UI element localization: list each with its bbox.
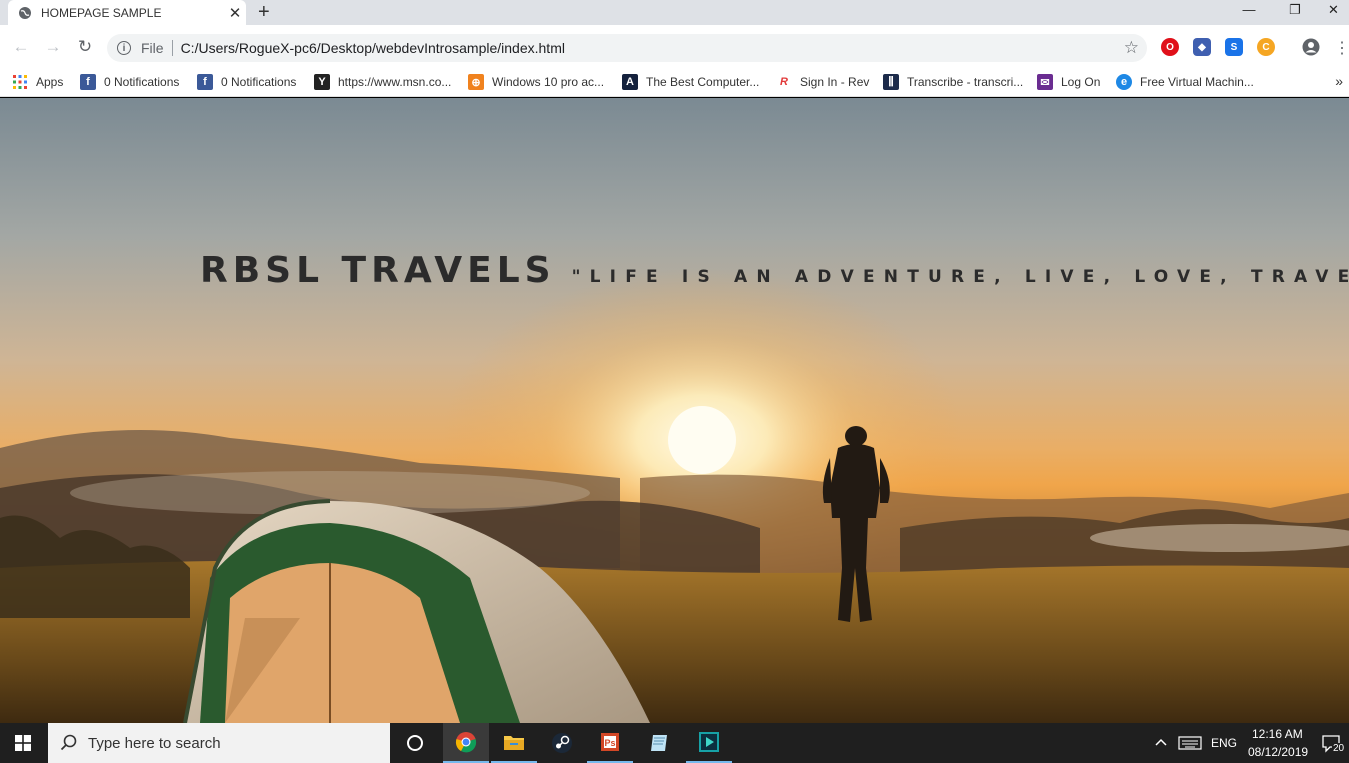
powerpoint-icon: Ps bbox=[601, 733, 619, 751]
bookmark-facebook-1[interactable]: f 0 Notifications bbox=[80, 71, 179, 93]
bookmark-label: Transcribe - transcri... bbox=[907, 75, 1024, 89]
search-placeholder: Type here to search bbox=[88, 734, 221, 752]
omnibox-separator bbox=[171, 40, 173, 56]
close-window-button[interactable]: ✕ bbox=[1318, 0, 1349, 25]
windows-logo-icon bbox=[15, 735, 31, 751]
bookmark-rev[interactable]: R Sign In - Rev bbox=[776, 71, 869, 93]
menu-icon[interactable]: ⋮ bbox=[1334, 38, 1349, 58]
search-icon bbox=[60, 734, 77, 751]
tab-close-icon[interactable]: ✕ bbox=[224, 4, 246, 22]
bookmark-label: 0 Notifications bbox=[104, 75, 180, 89]
facebook-icon: f bbox=[197, 74, 213, 90]
bookmark-label: Free Virtual Machin... bbox=[1140, 75, 1254, 89]
bookmark-label: Sign In - Rev bbox=[800, 75, 870, 89]
taskbar-steam[interactable] bbox=[539, 723, 585, 763]
start-button[interactable] bbox=[0, 723, 46, 763]
keyboard-icon[interactable] bbox=[1178, 735, 1202, 751]
bookmark-apps[interactable]: Apps bbox=[12, 71, 63, 93]
bookmark-msn[interactable]: Y https://www.msn.co... bbox=[314, 71, 451, 93]
tab-title: HOMEPAGE SAMPLE bbox=[41, 5, 162, 20]
toolbar-divider bbox=[1284, 38, 1286, 56]
bookmark-star-icon[interactable]: ☆ bbox=[1124, 38, 1139, 58]
back-button[interactable]: ← bbox=[10, 36, 32, 58]
opera-icon[interactable]: O bbox=[1161, 38, 1179, 56]
chrome-icon bbox=[455, 732, 477, 753]
hero-heading: RBSL TRAVELS "LIFE IS AN ADVENTURE, LIVE… bbox=[200, 250, 1349, 291]
bookmark-label: The Best Computer... bbox=[646, 75, 760, 89]
clock-time[interactable]: 12:16 AM bbox=[1252, 727, 1303, 741]
tab-strip: HOMEPAGE SAMPLE ✕ + — ❐ ✕ bbox=[0, 0, 1349, 25]
new-tab-button[interactable]: + bbox=[258, 1, 270, 23]
msn-icon: Y bbox=[314, 74, 330, 90]
file-explorer-icon bbox=[504, 736, 524, 750]
notification-count-badge: 20 bbox=[1332, 743, 1346, 754]
taskbar-search-box[interactable]: Type here to search bbox=[48, 723, 390, 763]
bookmark-label: Log On bbox=[1061, 75, 1101, 89]
more-bookmarks-button[interactable]: » bbox=[1335, 73, 1343, 89]
globe-icon bbox=[19, 6, 31, 19]
notepad-icon bbox=[651, 735, 667, 751]
address-bar[interactable]: i File C:/Users/RogueX-pc6/Desktop/webde… bbox=[107, 34, 1147, 62]
hero-background-image bbox=[0, 268, 1349, 723]
mail-icon: ✉ bbox=[1037, 74, 1053, 90]
s-extension-icon[interactable]: S bbox=[1225, 38, 1243, 56]
shield-icon[interactable]: ◆ bbox=[1193, 38, 1211, 56]
bookmark-label: https://www.msn.co... bbox=[338, 75, 452, 89]
taskbar-chrome[interactable] bbox=[443, 723, 489, 763]
windows-taskbar: Type here to search Ps ENG 12:16 AM 08/1… bbox=[0, 723, 1349, 763]
transcribe-icon: ⫼ bbox=[883, 74, 899, 90]
bookmarks-bar: Apps f 0 Notifications f 0 Notifications… bbox=[0, 67, 1349, 97]
forward-button[interactable]: → bbox=[42, 36, 64, 58]
steam-icon bbox=[552, 733, 572, 753]
url-text[interactable]: C:/Users/RogueX-pc6/Desktop/webdevIntros… bbox=[181, 40, 565, 56]
taskbar-powerpoint[interactable]: Ps bbox=[587, 723, 633, 763]
clock-date[interactable]: 08/12/2019 bbox=[1248, 745, 1308, 759]
taskbar-file-explorer[interactable] bbox=[491, 723, 537, 763]
browser-tab[interactable]: HOMEPAGE SAMPLE ✕ bbox=[8, 0, 246, 25]
media-player-icon bbox=[699, 732, 719, 752]
tray-chevron-up-icon[interactable] bbox=[1155, 737, 1167, 747]
coupon-icon[interactable]: C bbox=[1257, 38, 1275, 56]
minimize-button[interactable]: — bbox=[1226, 0, 1272, 25]
bookmark-transcribe[interactable]: ⫼ Transcribe - transcri... bbox=[883, 71, 1023, 93]
cortana-button[interactable] bbox=[392, 723, 438, 763]
bookmark-log-on[interactable]: ✉ Log On bbox=[1037, 71, 1100, 93]
bookmark-virtual-machine[interactable]: e Free Virtual Machin... bbox=[1116, 71, 1254, 93]
site-brand-title: RBSL TRAVELS bbox=[200, 250, 556, 291]
bookmark-label: Apps bbox=[36, 75, 64, 89]
facebook-icon: f bbox=[80, 74, 96, 90]
reload-button[interactable]: ↻ bbox=[74, 36, 96, 58]
scheme-label: File bbox=[141, 40, 164, 56]
edge-icon: e bbox=[1116, 74, 1132, 90]
bookmark-best-computer[interactable]: A The Best Computer... bbox=[622, 71, 759, 93]
taskbar-media-player[interactable] bbox=[686, 723, 732, 763]
site-tagline: "LIFE IS AN ADVENTURE, LIVE, LOVE, TRAVE… bbox=[571, 267, 1349, 287]
maximize-button[interactable]: ❐ bbox=[1272, 0, 1318, 25]
taskbar-notepad[interactable] bbox=[636, 723, 682, 763]
language-indicator[interactable]: ENG bbox=[1211, 736, 1237, 750]
a-logo-icon: A bbox=[622, 74, 638, 90]
bookmark-label: Windows 10 pro ac... bbox=[492, 75, 605, 89]
hero-section: RBSL TRAVELS "LIFE IS AN ADVENTURE, LIVE… bbox=[0, 98, 1349, 723]
svg-text:Ps: Ps bbox=[604, 738, 615, 748]
bookmark-windows-key[interactable]: ⊕ Windows 10 pro ac... bbox=[468, 71, 604, 93]
bookmark-label: 0 Notifications bbox=[221, 75, 297, 89]
cortana-icon bbox=[407, 735, 423, 751]
windows-key-icon: ⊕ bbox=[468, 74, 484, 90]
bookmark-facebook-2[interactable]: f 0 Notifications bbox=[197, 71, 296, 93]
apps-grid-icon bbox=[13, 75, 27, 89]
profile-icon[interactable] bbox=[1302, 38, 1320, 56]
rev-icon: R bbox=[776, 74, 792, 90]
info-icon[interactable]: i bbox=[117, 41, 131, 55]
